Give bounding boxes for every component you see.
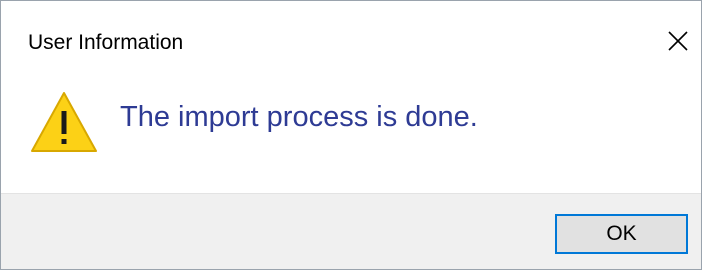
dialog-message: The import process is done. <box>120 101 478 133</box>
close-button[interactable] <box>656 19 700 63</box>
warning-icon <box>31 92 97 152</box>
button-bar: OK <box>1 193 701 269</box>
dialog-title: User Information <box>28 31 184 54</box>
close-icon <box>668 31 688 51</box>
title-bar[interactable]: User Information <box>1 1 701 79</box>
dialog-content: The import process is done. <box>1 79 701 193</box>
message-dialog: User Information The import process is d… <box>0 0 702 270</box>
ok-button[interactable]: OK <box>555 214 688 254</box>
